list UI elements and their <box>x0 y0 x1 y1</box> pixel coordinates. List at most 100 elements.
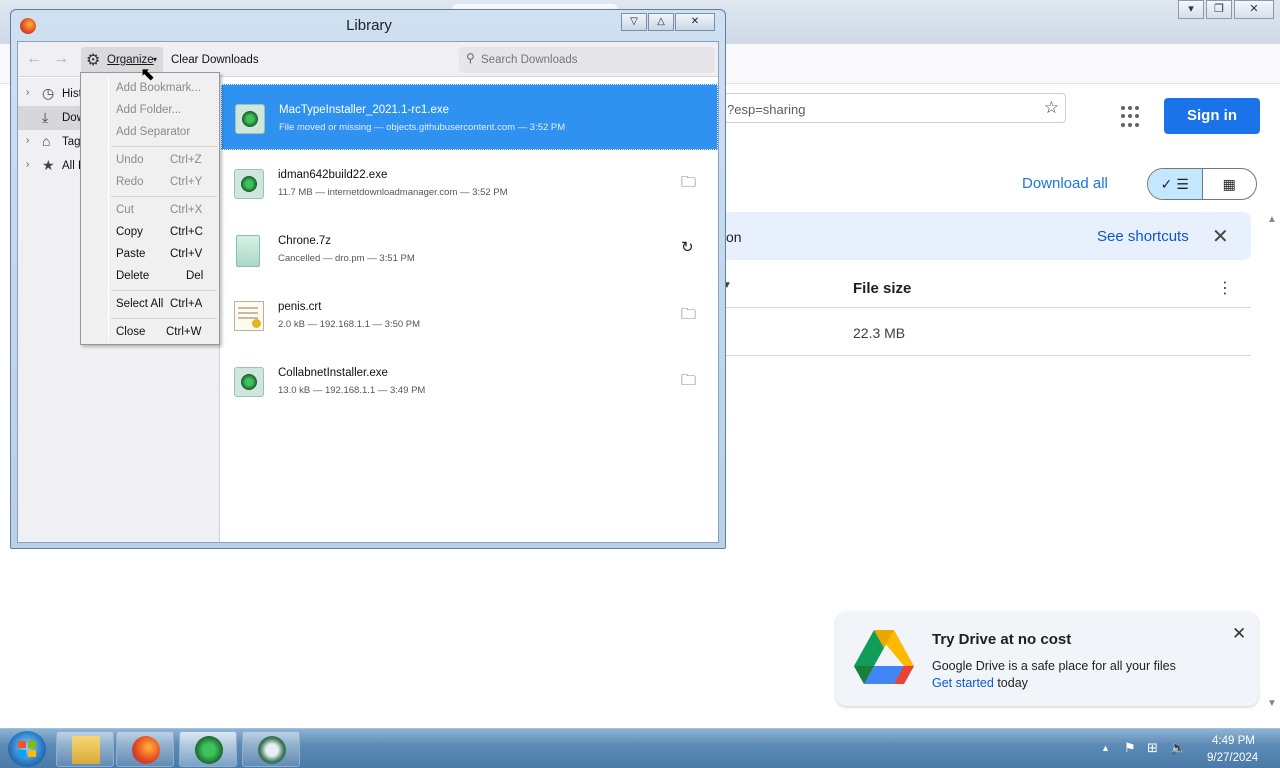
bookmark-star-icon[interactable]: ☆ <box>1044 98 1059 118</box>
taskbar-explorer[interactable] <box>56 731 114 767</box>
close-icon[interactable]: ✕ <box>1212 224 1229 249</box>
download-item[interactable]: CollabnetInstaller.exe 13.0 kB — 192.168… <box>221 348 718 414</box>
menu-separator <box>111 318 217 319</box>
get-started-link[interactable]: Get started <box>932 676 994 690</box>
menu-shortcut: Del <box>186 270 204 282</box>
minimize-button[interactable]: ▽ <box>621 13 647 31</box>
gear-icon: ⚙ <box>86 52 101 69</box>
folder-icon <box>72 736 100 764</box>
clock-time[interactable]: 4:49 PM <box>1212 735 1255 747</box>
tag-icon: ⌂ <box>42 133 51 149</box>
search-input[interactable] <box>481 51 709 69</box>
view-toggle[interactable]: ✓ ☰ ▦ <box>1147 168 1257 200</box>
browser-maximize-button[interactable]: ❐ <box>1206 0 1232 19</box>
shortcuts-banner: on See shortcuts ✕ <box>700 212 1251 260</box>
clear-downloads-button[interactable]: Clear Downloads <box>171 54 259 66</box>
download-meta: 2.0 kB — 192.168.1.1 — 3:50 PM <box>278 319 421 330</box>
scroll-up-arrow[interactable]: ▲ <box>1267 214 1277 225</box>
see-shortcuts-link[interactable]: See shortcuts <box>1097 228 1189 245</box>
menu-item-add-separator[interactable]: Add Separator <box>116 126 190 138</box>
download-name: penis.crt <box>278 301 322 313</box>
menu-item-select-all[interactable]: Select All <box>116 298 163 310</box>
chevron-down-icon: ▾ <box>153 55 158 64</box>
menu-shortcut: Ctrl+C <box>170 226 203 238</box>
menu-shortcut: Ctrl+Y <box>170 176 203 188</box>
menu-item-close[interactable]: Close <box>116 326 145 338</box>
menu-item-add-bookmark[interactable]: Add Bookmark... <box>116 82 201 94</box>
tray-expand-icon[interactable]: ▲ <box>1101 743 1110 753</box>
flag-icon[interactable]: ⚑ <box>1124 740 1136 756</box>
promo-description: Google Drive is a safe place for all you… <box>932 659 1176 673</box>
clock-date[interactable]: 9/27/2024 <box>1207 752 1258 764</box>
promo-after-link: today <box>993 676 1028 690</box>
volume-icon[interactable]: 🔈 <box>1170 740 1186 756</box>
menu-item-undo[interactable]: Undo <box>116 154 144 166</box>
google-apps-icon[interactable] <box>1121 106 1143 128</box>
menu-shortcut: Ctrl+V <box>170 248 203 260</box>
download-item[interactable]: idman642build22.exe 11.7 MB — internetdo… <box>221 150 718 216</box>
back-arrow-icon[interactable]: ← <box>26 50 42 68</box>
menu-item-delete[interactable]: Delete <box>116 270 149 282</box>
url-bar[interactable]: ?esp=sharing ☆ <box>700 93 1066 123</box>
menu-separator <box>111 196 217 197</box>
scroll-down-arrow[interactable]: ▼ <box>1267 698 1277 709</box>
download-item[interactable]: Chrone.7z Cancelled — dro.pm — 3:51 PM ↻ <box>221 216 718 282</box>
download-item[interactable]: penis.crt 2.0 kB — 192.168.1.1 — 3:50 PM… <box>221 282 718 348</box>
browser-close-button[interactable]: ✕ <box>1234 0 1274 19</box>
promo-title: Try Drive at no cost <box>932 631 1072 648</box>
menu-separator <box>111 290 217 291</box>
download-item[interactable]: MacTypeInstaller_2021.1-rc1.exe File mov… <box>221 84 718 150</box>
download-manager-icon <box>195 736 223 764</box>
start-button[interactable] <box>8 731 46 767</box>
certificate-file-icon <box>234 301 264 331</box>
forward-arrow-icon[interactable]: → <box>53 50 69 68</box>
close-icon[interactable]: ✕ <box>1232 624 1246 644</box>
download-icon: ⤓ <box>42 109 49 125</box>
menu-shortcut: Ctrl+Z <box>170 154 202 166</box>
expand-arrow-icon[interactable]: › <box>26 87 29 98</box>
menu-item-copy[interactable]: Copy <box>116 226 143 238</box>
list-view-icon[interactable]: ✓ ☰ <box>1148 169 1203 199</box>
download-name: CollabnetInstaller.exe <box>278 367 388 379</box>
menu-gutter <box>108 75 109 342</box>
network-icon[interactable]: ⊞ <box>1147 740 1158 756</box>
expand-arrow-icon[interactable]: › <box>26 159 29 170</box>
menu-shortcut: Ctrl+W <box>166 326 202 338</box>
globe-icon <box>258 736 286 764</box>
download-name: MacTypeInstaller_2021.1-rc1.exe <box>279 104 450 116</box>
taskbar-idm[interactable] <box>179 731 237 767</box>
download-all-button[interactable]: Download all <box>1022 175 1108 192</box>
menu-item-cut[interactable]: Cut <box>116 204 134 216</box>
downloads-list: MacTypeInstaller_2021.1-rc1.exe File mov… <box>221 78 718 542</box>
google-drive-logo-icon <box>854 630 914 684</box>
maximize-button[interactable]: △ <box>648 13 674 31</box>
grid-view-icon[interactable]: ▦ <box>1203 169 1257 199</box>
taskbar-app[interactable] <box>242 731 300 767</box>
sign-in-button[interactable]: Sign in <box>1164 98 1260 134</box>
search-icon: ⚲ <box>466 51 475 65</box>
more-options-icon[interactable]: ⋮ <box>1217 278 1233 298</box>
download-name: Chrone.7z <box>278 235 332 247</box>
archive-file-icon <box>236 235 260 267</box>
folder-icon[interactable]: 🗀 <box>681 370 696 395</box>
file-size-cell: 22.3 MB <box>853 325 906 341</box>
taskbar-firefox[interactable] <box>116 731 174 767</box>
search-box[interactable]: ⚲ <box>459 47 715 73</box>
taskbar: ▲ ⚑ ⊞ 🔈 4:49 PM 9/27/2024 <box>0 728 1280 768</box>
menu-item-add-folder[interactable]: Add Folder... <box>116 104 181 116</box>
download-meta: Cancelled — dro.pm — 3:51 PM <box>278 253 415 264</box>
folder-icon[interactable]: 🗀 <box>681 172 696 197</box>
column-header-file-size[interactable]: File size <box>853 280 911 297</box>
divider <box>726 307 1251 308</box>
expand-arrow-icon[interactable]: › <box>26 135 29 146</box>
promo-cta-line: Get started today <box>932 676 1028 690</box>
close-button[interactable]: ✕ <box>675 13 715 31</box>
window-title: Library <box>346 17 392 34</box>
menu-item-paste[interactable]: Paste <box>116 248 145 260</box>
browser-minimize-button[interactable]: ▾ <box>1178 0 1204 19</box>
menu-separator <box>111 146 217 147</box>
menu-item-redo[interactable]: Redo <box>116 176 144 188</box>
banner-text: on <box>726 229 742 245</box>
folder-icon[interactable]: 🗀 <box>681 304 696 329</box>
retry-icon[interactable]: ↻ <box>681 238 694 256</box>
